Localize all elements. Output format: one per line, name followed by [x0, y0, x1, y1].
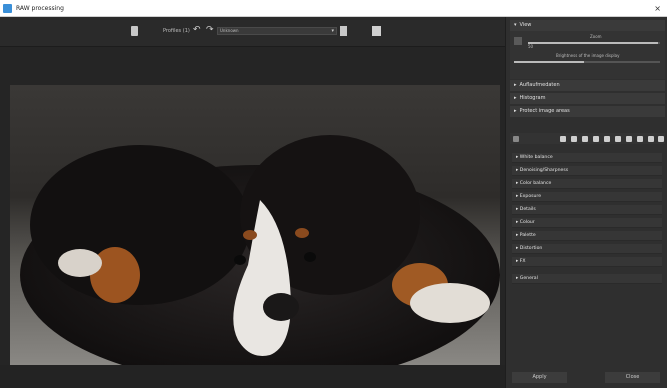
panel-details[interactable]: ▸ Details [512, 205, 662, 215]
flag-icon[interactable] [593, 136, 599, 142]
layers-icon[interactable] [626, 136, 632, 142]
panel-colour[interactable]: ▸ Colour [512, 218, 662, 228]
save-icon[interactable] [340, 26, 347, 36]
panel-fx[interactable]: ▸ FX [512, 257, 662, 267]
panel-palette[interactable]: ▸ Palette [512, 231, 662, 241]
panel-white-balance[interactable]: ▸ White balance [512, 153, 662, 163]
zoom-label: Zoom [590, 34, 602, 39]
grid-icon[interactable] [582, 136, 588, 142]
caret-icon: ▾ [514, 22, 517, 28]
camera-icon[interactable] [637, 136, 643, 142]
dog-photo [20, 135, 500, 365]
app-icon [3, 3, 12, 13]
panel-general[interactable]: ▸ General [512, 274, 662, 284]
window-close-button[interactable]: × [654, 4, 661, 13]
close-button[interactable]: Close [605, 372, 660, 383]
brightness-slider-fill [514, 61, 584, 63]
document-icon[interactable] [131, 26, 138, 36]
panel-distortion[interactable]: ▸ Distortion [512, 244, 662, 254]
profiles-label: Profiles (1) [163, 28, 190, 34]
section-histogram[interactable]: ▸ Histogram [510, 93, 665, 104]
profile-select-value: Unknown [220, 28, 239, 33]
sun-icon[interactable] [615, 136, 621, 142]
crop-icon[interactable] [560, 136, 566, 142]
zoom-value: 50 [528, 44, 534, 49]
panel-exposure[interactable]: ▸ Exposure [512, 192, 662, 202]
brush-icon[interactable] [604, 136, 610, 142]
section-auflaufmedaten[interactable]: ▸ Auflaufmedaten [510, 80, 665, 91]
straighten-icon[interactable] [571, 136, 577, 142]
apply-button[interactable]: Apply [512, 372, 567, 383]
zoom-slider-fill [528, 42, 658, 44]
compare-icon[interactable] [658, 136, 664, 142]
undo-button[interactable]: ↶ [193, 25, 201, 35]
image-icon[interactable] [648, 136, 654, 142]
fit-icon[interactable] [514, 37, 522, 45]
profile-select[interactable]: Unknown ▾ [217, 27, 337, 35]
settings-icon[interactable] [513, 136, 519, 142]
panel-color-balance[interactable]: ▸ Color balance [512, 179, 662, 189]
window-title: RAW processing [16, 4, 64, 12]
top-toolbar: Profiles (1) ↶ ↷ Unknown ▾ [0, 17, 505, 47]
settings-panel: ▾ View Zoom 50 Brightness of the image di… [505, 17, 667, 388]
redo-button[interactable]: ↷ [206, 25, 214, 35]
view-header[interactable]: ▾ View [510, 20, 665, 31]
preview-image[interactable] [10, 85, 500, 365]
status-strip [0, 365, 505, 388]
export-icon[interactable] [372, 26, 381, 36]
tool-icon-row [510, 133, 665, 144]
image-area: Profiles (1) ↶ ↷ Unknown ▾ [0, 17, 505, 388]
view-controls: Zoom 50 Brightness of the image display [510, 31, 665, 79]
title-bar: RAW processing × [0, 0, 667, 17]
panel-denoising-sharpness[interactable]: ▸ Denoising/Sharpness [512, 166, 662, 176]
chevron-down-icon: ▾ [331, 28, 334, 34]
brightness-label: Brightness of the image display [556, 53, 620, 58]
section-protect-image-areas[interactable]: ▸ Protect image areas [510, 106, 665, 117]
